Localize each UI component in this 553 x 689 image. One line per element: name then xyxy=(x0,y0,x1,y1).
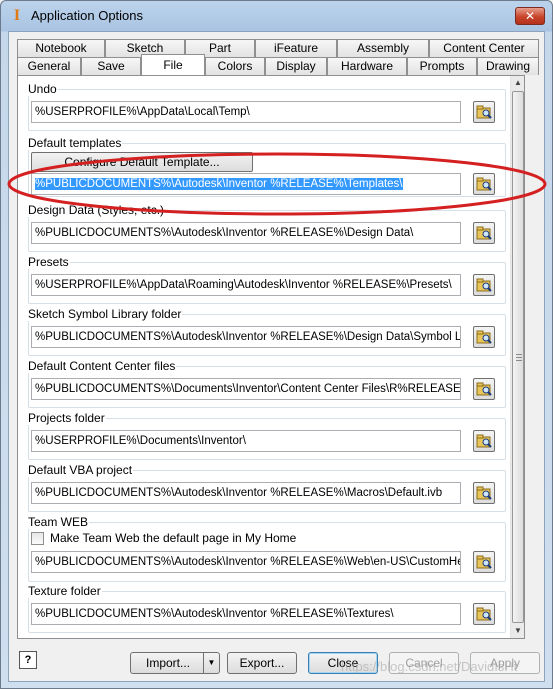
presets-label: Presets xyxy=(27,255,70,269)
vba-project-path-input[interactable]: %PUBLICDOCUMENTS%\Autodesk\Inventor %REL… xyxy=(31,482,461,504)
tab-content-center[interactable]: Content Center xyxy=(429,39,539,57)
tab-prompts[interactable]: Prompts xyxy=(407,57,477,75)
scroll-up-arrow-icon[interactable]: ▲ xyxy=(511,76,524,90)
help-button[interactable]: ? xyxy=(19,651,37,669)
tab-assembly[interactable]: Assembly xyxy=(337,39,429,57)
tab-colors[interactable]: Colors xyxy=(205,57,265,75)
design-data-browse-button[interactable] xyxy=(473,222,495,244)
team-web-default-checkbox[interactable] xyxy=(31,532,44,545)
folder-browse-icon xyxy=(476,278,492,292)
import-dropdown-arrow-icon[interactable]: ▼ xyxy=(203,653,219,673)
texture-folder-browse-button[interactable] xyxy=(473,603,495,625)
folder-browse-icon xyxy=(476,330,492,344)
templates-path-selected-text: %PUBLICDOCUMENTS%\Autodesk\Inventor %REL… xyxy=(35,178,403,190)
presets-path-input[interactable]: %USERPROFILE%\AppData\Roaming\Autodesk\I… xyxy=(31,274,461,296)
team-web-checkbox-label: Make Team Web the default page in My Hom… xyxy=(50,531,297,545)
thumb-grip-line xyxy=(516,357,522,358)
content-center-files-path-input[interactable]: %PUBLICDOCUMENTS%\Documents\Inventor\Con… xyxy=(31,378,461,400)
team-web-browse-button[interactable] xyxy=(473,551,495,573)
scrollbar-thumb[interactable] xyxy=(512,91,524,623)
presets-browse-button[interactable] xyxy=(473,274,495,296)
texture-folder-label: Texture folder xyxy=(27,584,102,598)
design-data-path-input[interactable]: %PUBLICDOCUMENTS%\Autodesk\Inventor %REL… xyxy=(31,222,461,244)
window-title: Application Options xyxy=(31,8,144,23)
inventor-app-icon: I xyxy=(13,7,21,24)
folder-browse-icon xyxy=(476,486,492,500)
folder-browse-icon xyxy=(476,177,492,191)
folder-browse-icon xyxy=(476,555,492,569)
sketch-symbol-library-browse-button[interactable] xyxy=(473,326,495,348)
undo-label: Undo xyxy=(27,82,58,96)
content-center-files-browse-button[interactable] xyxy=(473,378,495,400)
design-data-label: Design Data (Styles, etc.) xyxy=(27,203,166,217)
templates-path-input[interactable]: %PUBLICDOCUMENTS%\Autodesk\Inventor %REL… xyxy=(31,173,461,195)
dialog-client-area: Notebook Sketch Part iFeature Assembly C… xyxy=(8,31,545,682)
tab-drawing[interactable]: Drawing xyxy=(477,57,539,75)
content-center-files-label: Default Content Center files xyxy=(27,359,177,373)
sketch-symbol-library-label: Sketch Symbol Library folder xyxy=(27,307,183,321)
tab-notebook[interactable]: Notebook xyxy=(17,39,105,57)
window-close-button[interactable]: ✕ xyxy=(515,7,545,25)
tab-hardware[interactable]: Hardware xyxy=(327,57,407,75)
folder-browse-icon xyxy=(476,607,492,621)
watermark-text: https://blog.csdn.net/DavidIsHt xyxy=(341,659,518,674)
application-options-window: I Application Options ✕ Notebook Sketch … xyxy=(0,0,553,689)
folder-browse-icon xyxy=(476,105,492,119)
folder-browse-icon xyxy=(476,226,492,240)
thumb-grip-line xyxy=(516,354,522,355)
configure-default-template-button[interactable]: Configure Default Template... xyxy=(31,152,253,172)
team-web-label: Team WEB xyxy=(27,515,90,529)
import-split-button[interactable]: Import... ▼ xyxy=(130,652,220,674)
tab-save[interactable]: Save xyxy=(81,57,141,75)
tab-row-bottom: General Save File Colors Display Hardwar… xyxy=(17,54,539,75)
folder-browse-icon xyxy=(476,382,492,396)
team-web-path-input[interactable]: %PUBLICDOCUMENTS%\Autodesk\Inventor %REL… xyxy=(31,551,461,573)
file-settings-scroll-area: Undo %USERPROFILE%\AppData\Local\Temp\ D… xyxy=(18,76,510,638)
default-templates-label: Default templates xyxy=(27,136,123,150)
scroll-down-arrow-icon[interactable]: ▼ xyxy=(511,624,524,638)
projects-folder-browse-button[interactable] xyxy=(473,430,495,452)
vertical-scrollbar[interactable]: ▲ ▼ xyxy=(510,76,524,638)
title-bar[interactable]: I Application Options ✕ xyxy=(1,1,552,31)
vba-project-browse-button[interactable] xyxy=(473,482,495,504)
tab-row-top: Notebook Sketch Part iFeature Assembly C… xyxy=(17,39,539,57)
thumb-grip-line xyxy=(516,360,522,361)
tab-file[interactable]: File xyxy=(141,54,205,75)
projects-folder-path-input[interactable]: %USERPROFILE%\Documents\Inventor\ xyxy=(31,430,461,452)
folder-browse-icon xyxy=(476,434,492,448)
undo-path-input[interactable]: %USERPROFILE%\AppData\Local\Temp\ xyxy=(31,101,461,123)
projects-folder-label: Projects folder xyxy=(27,411,106,425)
file-tab-panel: Undo %USERPROFILE%\AppData\Local\Temp\ D… xyxy=(17,75,525,639)
tab-ifeature[interactable]: iFeature xyxy=(255,39,337,57)
texture-folder-path-input[interactable]: %PUBLICDOCUMENTS%\Autodesk\Inventor %REL… xyxy=(31,603,461,625)
tab-general[interactable]: General xyxy=(17,57,81,75)
tab-display[interactable]: Display xyxy=(265,57,327,75)
export-button[interactable]: Export... xyxy=(227,652,297,674)
sketch-symbol-library-path-input[interactable]: %PUBLICDOCUMENTS%\Autodesk\Inventor %REL… xyxy=(31,326,461,348)
vba-project-label: Default VBA project xyxy=(27,463,134,477)
import-button-label: Import... xyxy=(145,656,190,670)
templates-browse-button[interactable] xyxy=(473,173,495,195)
undo-browse-button[interactable] xyxy=(473,101,495,123)
